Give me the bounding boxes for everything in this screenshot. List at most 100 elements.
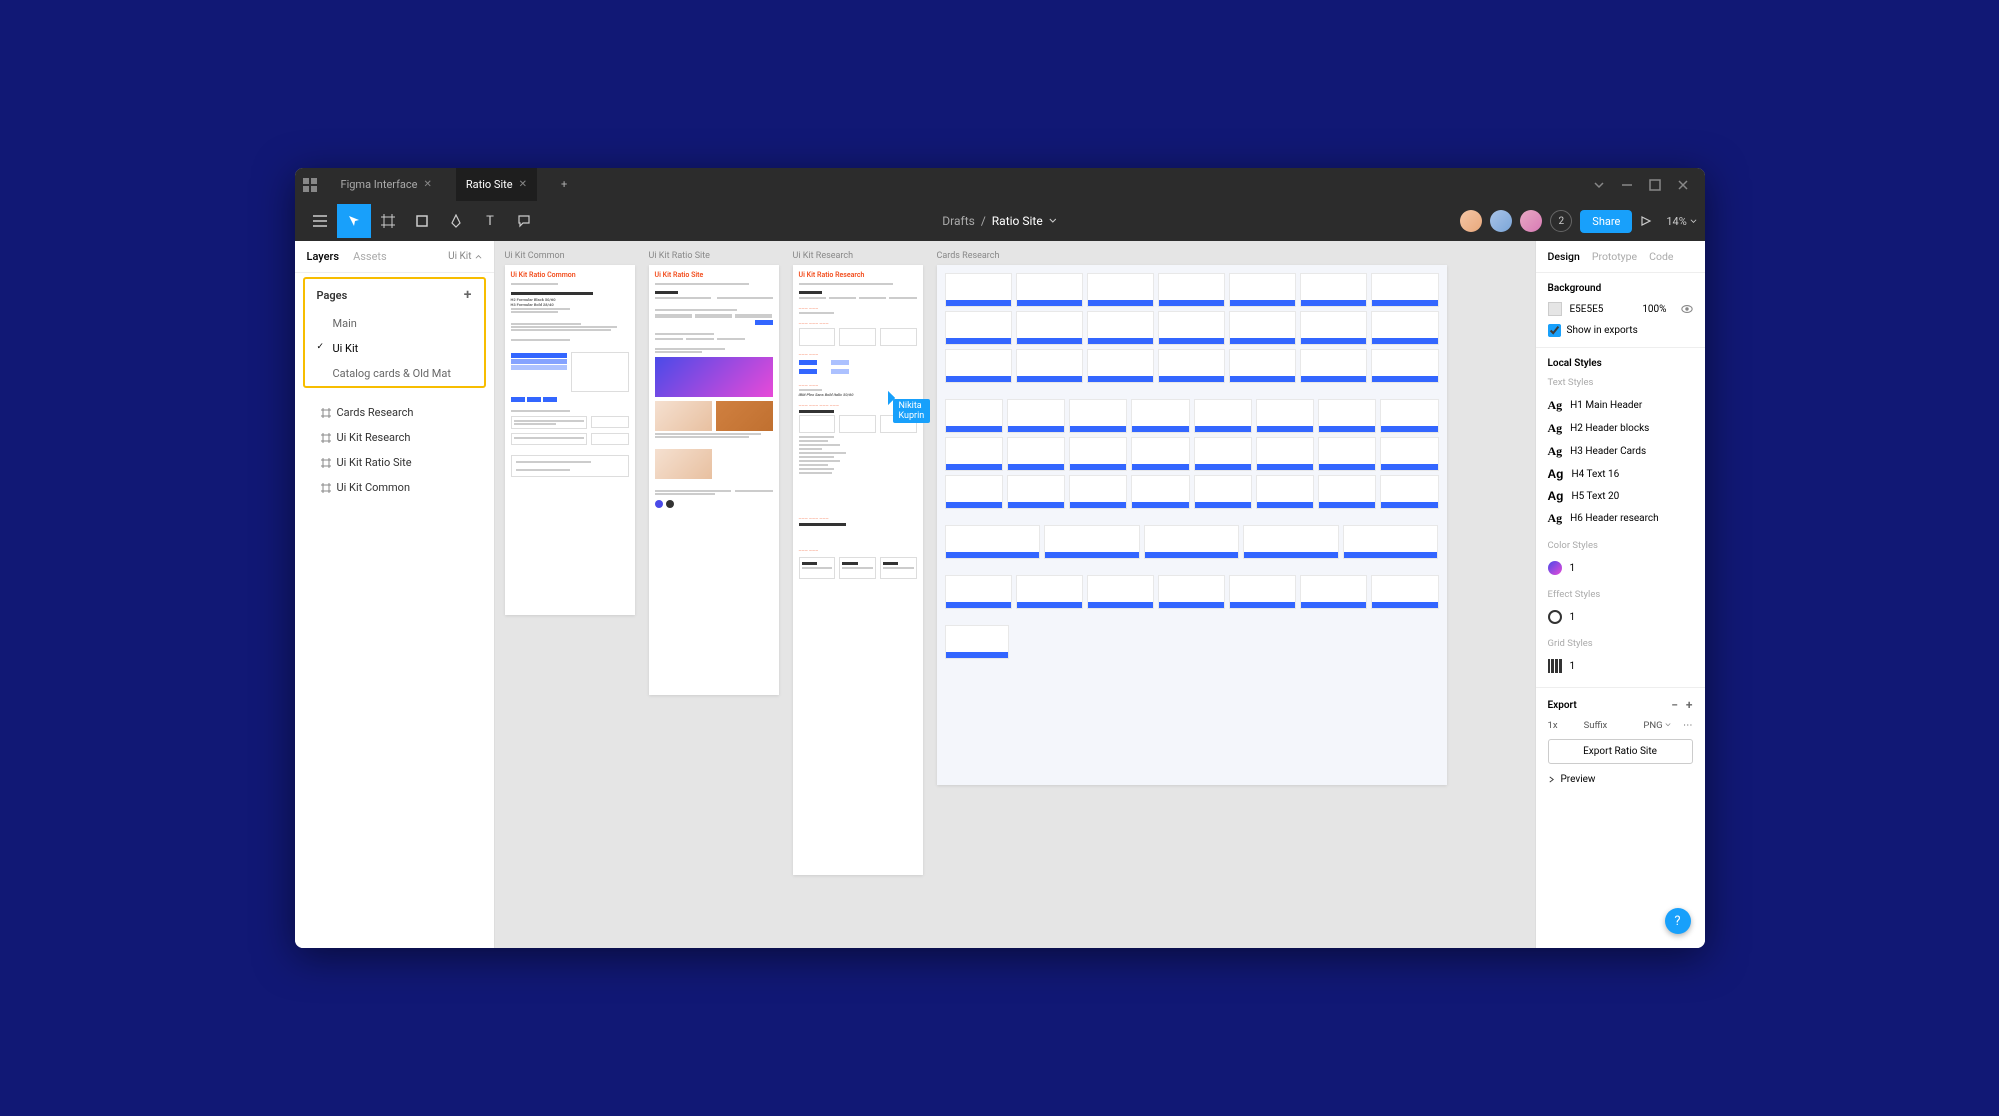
move-tool[interactable] <box>337 204 371 238</box>
mini-card <box>1131 475 1189 509</box>
local-styles-label: Local Styles <box>1548 358 1693 369</box>
mini-card <box>1256 399 1314 433</box>
layer-item[interactable]: Ui Kit Common <box>295 475 494 500</box>
tab-prototype[interactable]: Prototype <box>1592 250 1637 263</box>
pen-tool[interactable] <box>439 204 473 238</box>
close-icon[interactable]: ✕ <box>519 179 527 190</box>
export-scale[interactable]: 1x <box>1548 720 1558 731</box>
frame-cards-research[interactable] <box>937 265 1447 785</box>
more-icon[interactable]: ⋯ <box>1683 720 1693 731</box>
frame-label[interactable]: Ui Kit Research <box>793 251 923 261</box>
ag-icon: Ag <box>1548 511 1563 526</box>
tab-design[interactable]: Design <box>1548 250 1580 263</box>
bg-opacity-value[interactable]: 100% <box>1642 304 1666 315</box>
mini-card <box>1007 399 1065 433</box>
grid-style-item[interactable]: 1 <box>1548 655 1693 677</box>
text-style-item[interactable]: AgH4 Text 16 <box>1548 463 1693 485</box>
frame-label[interactable]: Cards Research <box>937 251 1447 261</box>
page-selector[interactable]: Ui Kit <box>448 251 481 262</box>
window-minimize-icon[interactable] <box>1621 179 1633 191</box>
effect-ring-icon <box>1548 610 1562 624</box>
avatar[interactable] <box>1460 210 1482 232</box>
plus-icon[interactable]: + <box>1686 698 1693 712</box>
preview-toggle[interactable]: Preview <box>1548 774 1693 785</box>
share-button[interactable]: Share <box>1580 210 1632 233</box>
zoom-level[interactable]: 14% <box>1666 215 1696 228</box>
ag-icon: Ag <box>1548 467 1564 481</box>
text-tool[interactable]: T <box>473 204 507 238</box>
text-style-item[interactable]: AgH2 Header blocks <box>1548 417 1693 440</box>
user-count-badge[interactable]: 2 <box>1550 210 1572 232</box>
menu-button[interactable] <box>303 204 337 238</box>
text-styles-label: Text Styles <box>1548 377 1693 388</box>
mini-card <box>1144 525 1240 559</box>
chevron-down-icon[interactable] <box>1593 179 1605 191</box>
new-tab-button[interactable]: + <box>551 168 577 201</box>
present-icon[interactable] <box>1640 215 1652 227</box>
mini-card <box>1380 437 1438 471</box>
window-close-icon[interactable] <box>1677 179 1689 191</box>
text-style-item[interactable]: AgH3 Header Cards <box>1548 440 1693 463</box>
breadcrumb[interactable]: Drafts / Ratio Site <box>942 214 1056 228</box>
avatar[interactable] <box>1520 210 1542 232</box>
tab-label: Figma Interface <box>341 178 418 191</box>
tab-assets[interactable]: Assets <box>353 250 387 263</box>
window-maximize-icon[interactable] <box>1649 179 1661 191</box>
mini-card <box>1300 273 1367 307</box>
background-section: Background E5E5E5 100% Show in exports <box>1536 273 1705 348</box>
frame-uikit-research[interactable]: Ui Kit Ratio Research ——— ——— ——— ——— ——… <box>793 265 923 875</box>
frame-label[interactable]: Ui Kit Common <box>505 251 635 261</box>
tab-figma-interface[interactable]: Figma Interface ✕ <box>331 168 442 201</box>
mini-card <box>1343 525 1439 559</box>
ag-icon: Ag <box>1548 398 1563 413</box>
layer-item[interactable]: Ui Kit Research <box>295 425 494 450</box>
pages-header: Pages + <box>305 279 484 311</box>
figma-app-window: Figma Interface ✕ Ratio Site ✕ + T <box>295 168 1705 948</box>
comment-tool[interactable] <box>507 204 541 238</box>
mini-card <box>945 575 1012 609</box>
svg-text:T: T <box>486 214 494 228</box>
frame-tool[interactable] <box>371 204 405 238</box>
tab-ratio-site[interactable]: Ratio Site ✕ <box>456 168 537 201</box>
export-suffix[interactable]: Suffix <box>1584 720 1608 731</box>
color-swatch[interactable] <box>1548 302 1562 316</box>
text-style-item[interactable]: AgH6 Header research <box>1548 507 1693 530</box>
mini-card <box>1016 349 1083 383</box>
export-label: Export <box>1548 700 1577 711</box>
color-style-item[interactable]: 1 <box>1548 557 1693 579</box>
mini-card <box>1300 575 1367 609</box>
page-item-catalog[interactable]: Catalog cards & Old Mat <box>305 361 484 386</box>
pages-panel-highlighted: Pages + Main Ui Kit Catalog cards & Old … <box>303 277 486 388</box>
frame-uikit-ratio-site[interactable]: Ui Kit Ratio Site <box>649 265 779 695</box>
page-item-uikit[interactable]: Ui Kit <box>305 336 484 361</box>
layer-item[interactable]: Cards Research <box>295 400 494 425</box>
layer-item[interactable]: Ui Kit Ratio Site <box>295 450 494 475</box>
frame-label[interactable]: Ui Kit Ratio Site <box>649 251 779 261</box>
grid-icon <box>1548 659 1562 673</box>
eye-icon[interactable] <box>1681 303 1693 315</box>
text-style-item[interactable]: AgH1 Main Header <box>1548 394 1693 417</box>
background-label: Background <box>1548 283 1693 294</box>
show-in-exports-checkbox[interactable]: Show in exports <box>1548 324 1693 337</box>
tab-code[interactable]: Code <box>1649 250 1673 263</box>
canvas[interactable]: Ui Kit Common Ui Kit Ratio Common H2 For… <box>495 241 1535 948</box>
close-icon[interactable]: ✕ <box>424 179 432 190</box>
bg-color-value[interactable]: E5E5E5 <box>1570 304 1604 315</box>
home-grid-icon[interactable] <box>303 178 317 192</box>
effect-style-item[interactable]: 1 <box>1548 606 1693 628</box>
text-style-item[interactable]: AgH5 Text 20 <box>1548 485 1693 507</box>
help-button[interactable]: ? <box>1665 908 1691 934</box>
export-button[interactable]: Export Ratio Site <box>1548 739 1693 764</box>
page-item-main[interactable]: Main <box>305 311 484 336</box>
mini-card <box>1229 273 1296 307</box>
mini-card <box>945 625 1009 659</box>
pages-label: Pages <box>317 289 348 302</box>
frame-uikit-common[interactable]: Ui Kit Ratio Common H2 Formular Black 50… <box>505 265 635 615</box>
add-page-button[interactable]: + <box>464 287 472 303</box>
export-format[interactable]: PNG <box>1643 720 1671 731</box>
mini-card <box>1007 437 1065 471</box>
tab-layers[interactable]: Layers <box>307 250 340 263</box>
minus-icon[interactable]: − <box>1671 698 1678 712</box>
avatar[interactable] <box>1490 210 1512 232</box>
shape-tool[interactable] <box>405 204 439 238</box>
